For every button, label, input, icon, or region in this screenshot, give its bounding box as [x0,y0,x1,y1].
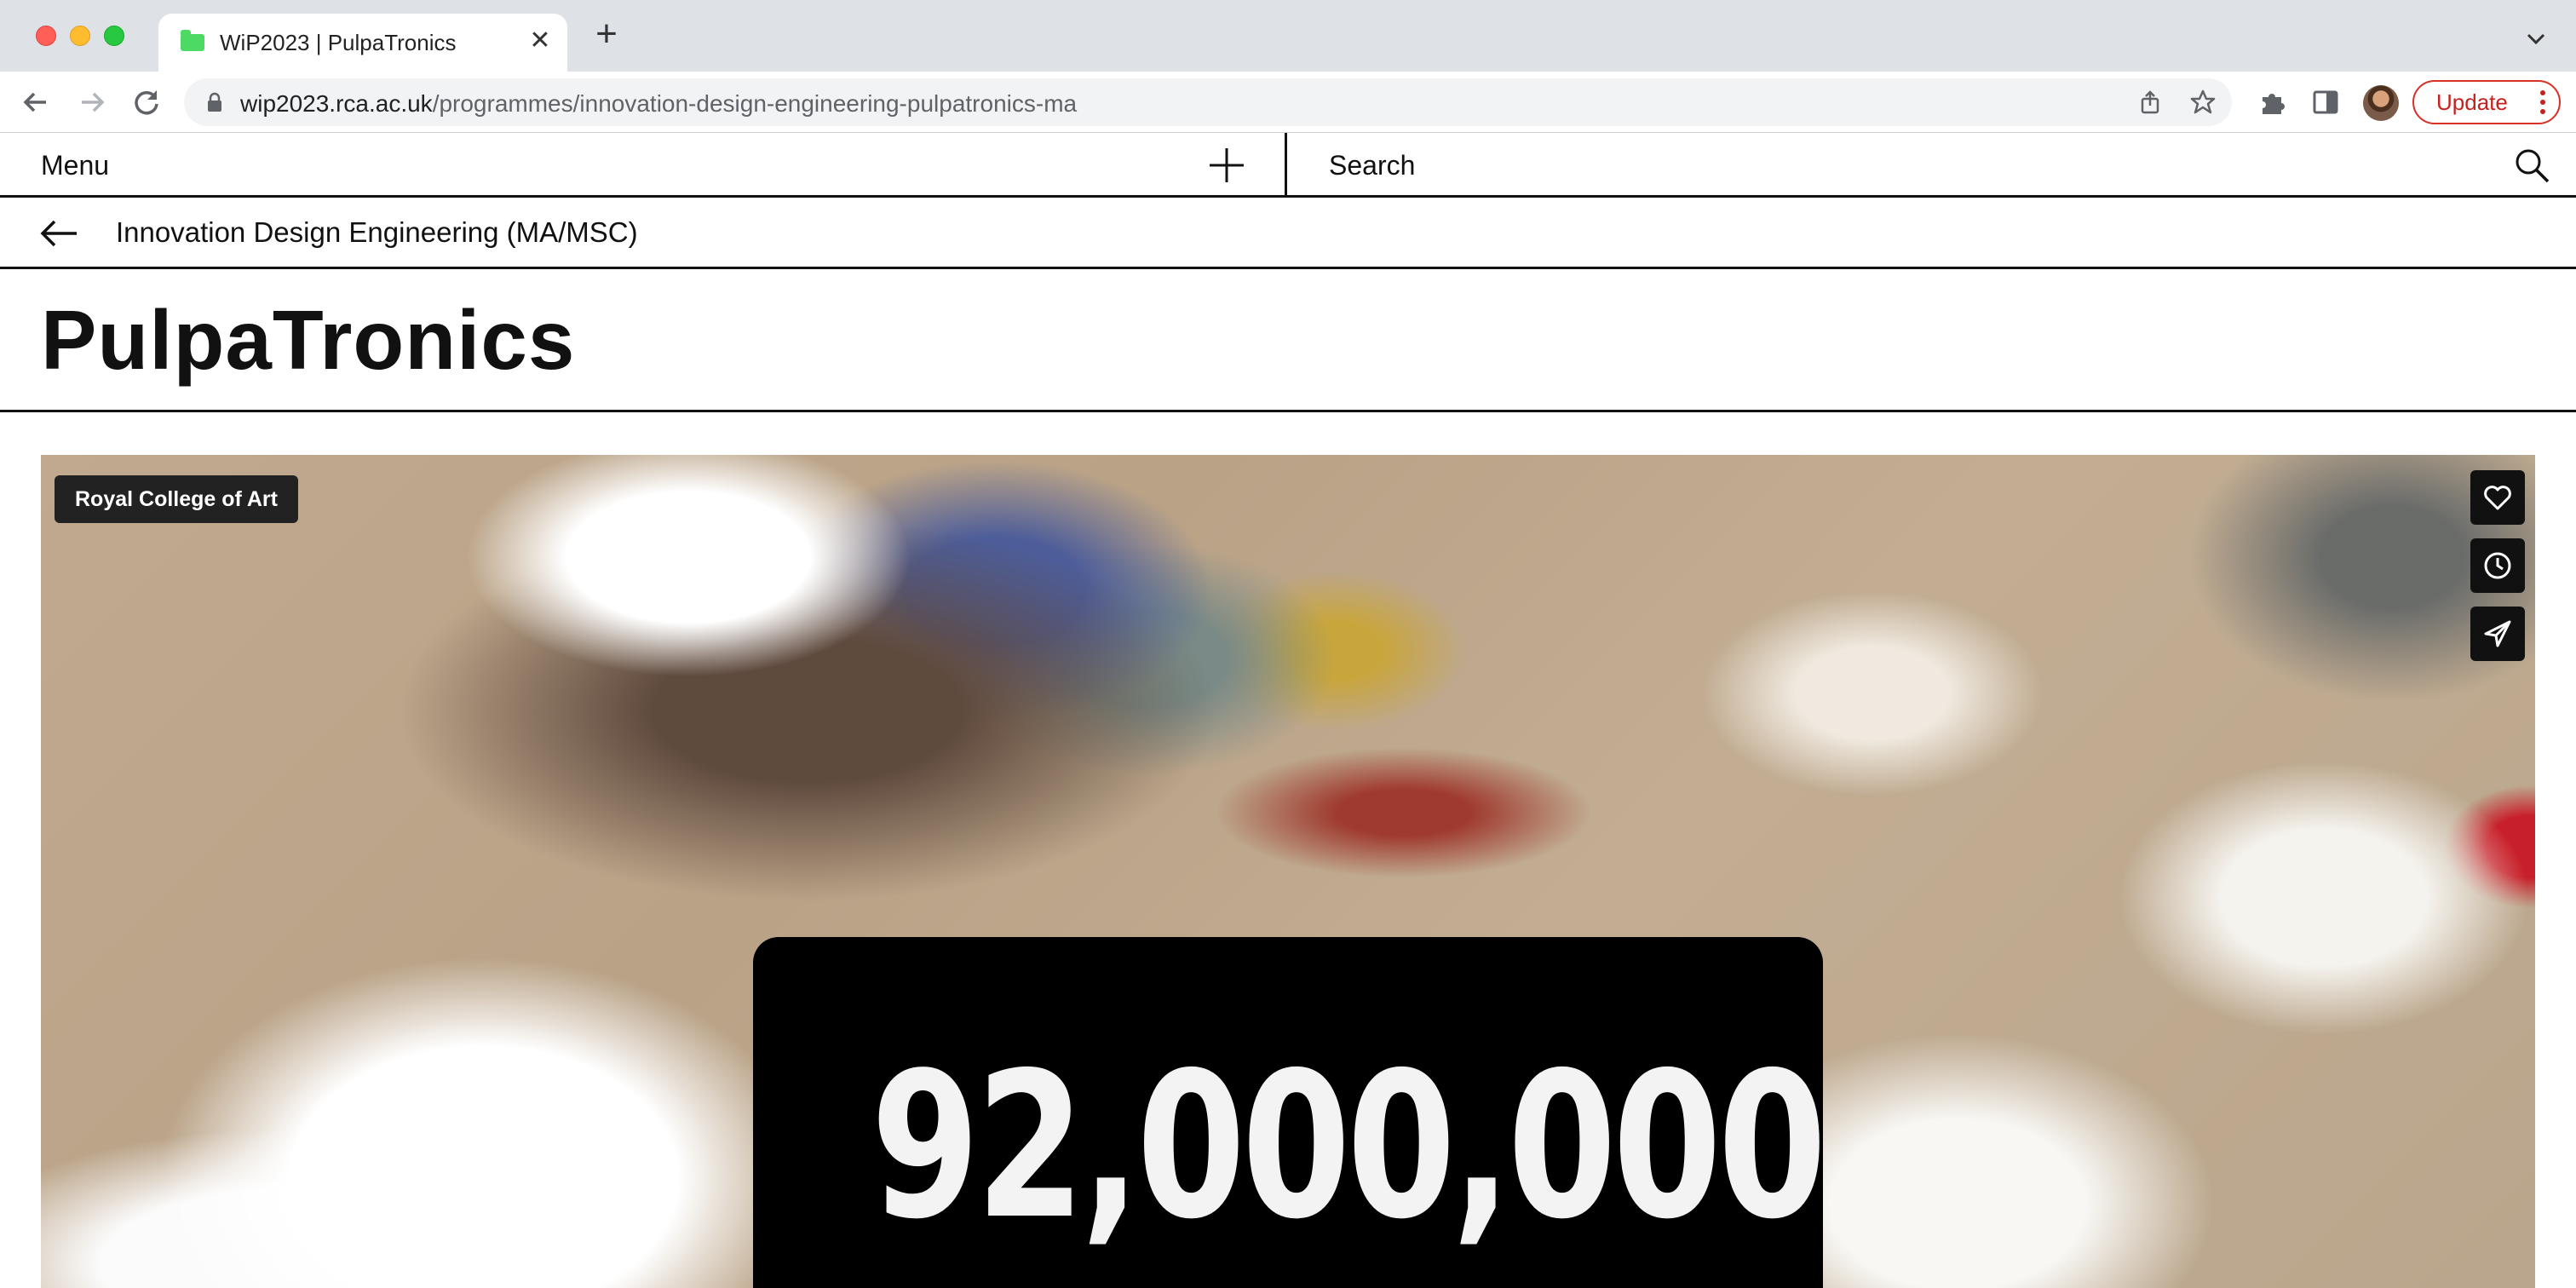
browser-toolbar: wip2023.rca.ac.uk/programmes/innovation-… [0,72,2576,133]
menu-button[interactable]: Menu [41,150,109,181]
plus-icon[interactable] [1208,147,1245,184]
like-button[interactable] [2470,470,2525,525]
update-label: Update [2436,89,2508,115]
header-divider [1285,133,1287,198]
watch-later-button[interactable] [2470,538,2525,593]
stat-overlay: 92,000,000 [753,937,1827,1288]
site-header: Menu Search [0,133,2576,198]
title-section: PulpaTronics [0,269,2576,412]
url-path: /programmes/innovation-design-engineerin… [432,90,1078,117]
share-icon[interactable] [2136,89,2164,116]
back-icon[interactable] [17,83,55,121]
lock-icon [208,92,221,112]
search-input[interactable]: Search [1329,150,1415,181]
update-button[interactable]: Update [2412,80,2561,124]
close-tab-icon[interactable]: ✕ [526,26,554,56]
send-icon [2484,620,2511,647]
side-panel-icon[interactable] [2310,87,2341,118]
breadcrumb: Innovation Design Engineering (MA/MSC) [0,198,2576,269]
stat-number: 92,000,000 [871,1029,1826,1263]
breadcrumb-link[interactable]: Innovation Design Engineering (MA/MSC) [116,216,638,249]
maximize-window-button[interactable] [104,26,124,46]
forward-icon[interactable] [73,83,111,121]
avatar[interactable] [2363,85,2399,121]
address-bar[interactable]: wip2023.rca.ac.uk/programmes/innovation-… [184,78,2232,126]
chevron-down-icon[interactable] [2523,26,2549,51]
search-icon[interactable] [2513,147,2550,184]
minimize-window-button[interactable] [70,26,90,46]
heart-icon [2484,486,2511,510]
star-icon[interactable] [2189,89,2217,116]
clock-icon [2484,552,2511,579]
reload-icon[interactable] [128,83,165,121]
url-host: wip2023.rca.ac.uk [240,90,433,117]
browser-tab[interactable]: WiP2023 | PulpaTronics ✕ [158,14,567,72]
hero-video[interactable]: Royal College of Art 92,000,000 [41,455,2535,1288]
share-button[interactable] [2470,607,2525,661]
folder-icon [181,30,204,51]
url-text: wip2023.rca.ac.uk/programmes/innovation-… [240,90,1077,118]
close-window-button[interactable] [36,26,56,46]
channel-badge[interactable]: Royal College of Art [55,475,298,523]
tab-title: WiP2023 | PulpaTronics [220,30,457,55]
arrow-left-icon[interactable] [39,216,80,250]
page-title: PulpaTronics [41,293,576,387]
more-vert-icon [2540,90,2545,114]
new-tab-button[interactable]: + [588,15,625,55]
browser-tab-bar: WiP2023 | PulpaTronics ✕ + [0,0,2576,72]
extensions-icon[interactable] [2257,87,2288,118]
